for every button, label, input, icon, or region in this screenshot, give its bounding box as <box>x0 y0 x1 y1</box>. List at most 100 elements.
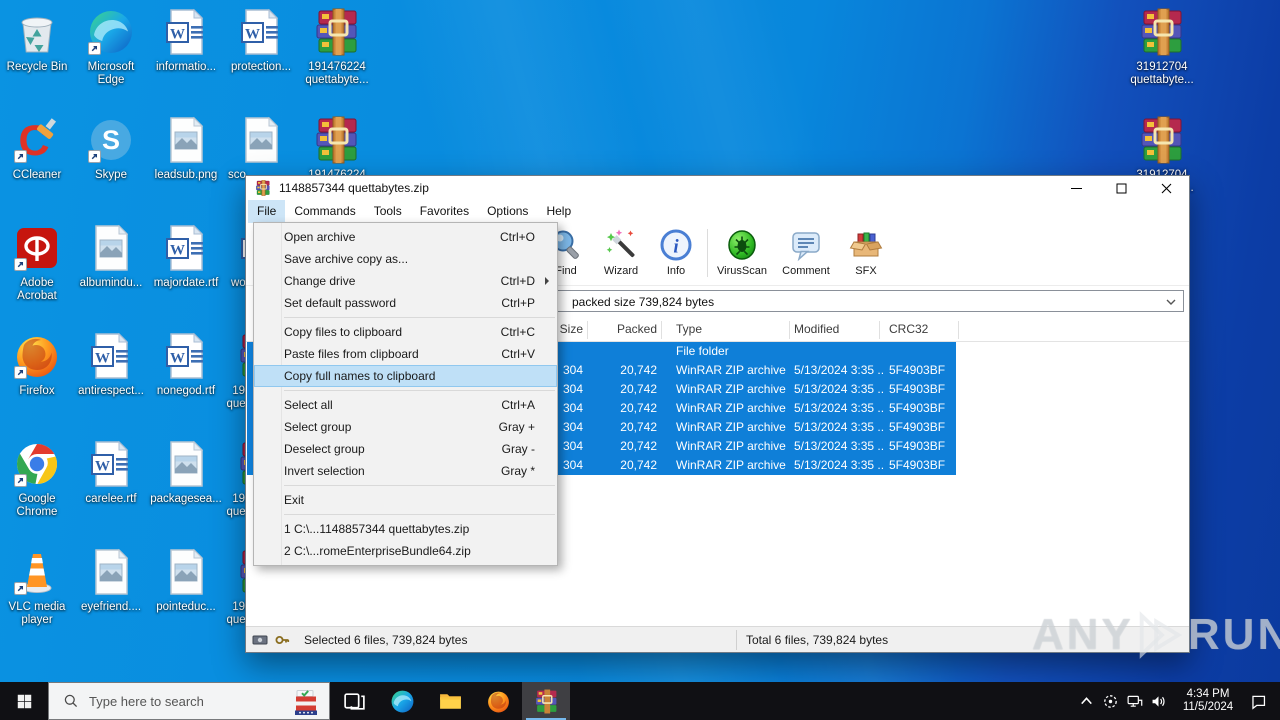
word-icon: W <box>162 8 210 56</box>
column-separator[interactable] <box>879 321 880 339</box>
desktop-icon-label: antirespect... <box>78 385 144 397</box>
cell-crc: 5F4903BF <box>889 363 946 377</box>
tray-chevron-up-icon[interactable] <box>1074 689 1098 713</box>
column-separator[interactable] <box>958 321 959 339</box>
desktop-icon[interactable]: Winformatio... <box>146 8 226 74</box>
status-bar: Selected 6 files, 739,824 bytes Total 6 … <box>246 626 1189 652</box>
taskbar-clock[interactable]: 4:34 PM 11/5/2024 <box>1176 688 1240 714</box>
desktop-icon[interactable]: leadsub.png <box>146 116 226 182</box>
menu-item[interactable]: Invert selection Gray * <box>254 460 557 482</box>
column-header-packed[interactable]: Packed <box>591 322 657 336</box>
desktop-icon[interactable]: C CCleaner <box>0 116 77 182</box>
menu-item[interactable]: Change drive Ctrl+D <box>254 270 557 292</box>
menu-commands[interactable]: Commands <box>285 200 364 223</box>
action-center-icon[interactable] <box>1246 689 1270 713</box>
desktop-icon[interactable]: Google Chrome <box>0 440 77 519</box>
menu-item[interactable]: Open archive Ctrl+O <box>254 226 557 248</box>
cell-type: WinRAR ZIP archive <box>676 382 786 396</box>
taskbar-file-explorer-icon[interactable] <box>426 682 474 720</box>
menu-item-label: Exit <box>284 493 305 507</box>
desktop-icon[interactable]: Wcarelee.rtf <box>71 440 151 506</box>
word-icon: W <box>87 332 135 380</box>
desktop-icon[interactable]: Wmajordate.rtf <box>146 224 226 290</box>
desktop-icon[interactable]: VLC media player <box>0 548 77 627</box>
menu-item[interactable]: Select group Gray + <box>254 416 557 438</box>
column-header-type[interactable]: Type <box>676 322 786 336</box>
menu-item[interactable]: 1 C:\...1148857344 quettabytes.zip <box>254 518 557 540</box>
column-separator[interactable] <box>789 321 790 339</box>
desktop-icon-label: leadsub.png <box>154 169 218 181</box>
desktop-icon[interactable]: 31912704 quettabyte... <box>1122 8 1202 87</box>
taskbar-task-view-button[interactable] <box>330 682 378 720</box>
menu-favorites[interactable]: Favorites <box>411 200 478 223</box>
menu-item-label: Copy files to clipboard <box>284 325 403 339</box>
menu-item[interactable]: Copy full names to clipboard <box>254 365 557 387</box>
menu-item[interactable]: 2 C:\...romeEnterpriseBundle64.zip <box>254 540 557 562</box>
desktop-icon[interactable]: Adobe Acrobat <box>0 224 77 303</box>
maximize-button[interactable] <box>1099 176 1144 200</box>
menu-help[interactable]: Help <box>537 200 580 223</box>
clock-time: 4:34 PM <box>1186 688 1230 700</box>
desktop-icon[interactable]: Microsoft Edge <box>71 8 151 87</box>
taskbar-search-input[interactable]: Type here to search <box>48 682 330 720</box>
toolbar-comment-button[interactable]: Comment <box>776 228 836 277</box>
desktop-icon[interactable]: eyefriend.... <box>71 548 151 614</box>
network-icon[interactable] <box>1122 689 1146 713</box>
taskbar-firefox-icon[interactable] <box>474 682 522 720</box>
menu-tools[interactable]: Tools <box>365 200 411 223</box>
minimize-button[interactable] <box>1054 176 1099 200</box>
menu-item-label: Change drive <box>284 274 356 288</box>
toolbar-info-button[interactable]: i Info <box>646 228 706 277</box>
toolbar-virusscan-button[interactable]: VirusScan <box>712 228 772 277</box>
toolbar-sfx-button[interactable]: SFX <box>836 228 896 277</box>
start-button[interactable] <box>0 682 48 720</box>
image-icon <box>237 116 285 164</box>
menu-item[interactable]: Save archive copy as... <box>254 248 557 270</box>
close-button[interactable] <box>1144 176 1189 200</box>
menu-item-label: Save archive copy as... <box>284 252 409 266</box>
desktop-icon-label: packagesea... <box>150 493 222 505</box>
desktop-icon-label: informatio... <box>155 61 217 73</box>
volume-icon[interactable] <box>1146 689 1170 713</box>
taskbar-edge-icon[interactable] <box>378 682 426 720</box>
cell-type: WinRAR ZIP archive <box>676 458 786 472</box>
desktop-icon[interactable]: Wprotection... <box>221 8 301 74</box>
menu-item[interactable]: Select all Ctrl+A <box>254 394 557 416</box>
menu-item[interactable]: Copy files to clipboard Ctrl+C <box>254 321 557 343</box>
image-icon <box>162 440 210 488</box>
cell-crc: 5F4903BF <box>889 401 946 415</box>
desktop-icon[interactable]: 191476224 quettabyte... <box>297 8 377 87</box>
menu-item[interactable]: Exit <box>254 489 557 511</box>
desktop-icon[interactable]: Wantirespect... <box>71 332 151 398</box>
shortcut-arrow-icon <box>14 258 27 271</box>
svg-text:i: i <box>673 237 679 258</box>
svg-text:W: W <box>170 243 185 259</box>
column-header-modified[interactable]: Modified <box>794 322 884 336</box>
desktop-icon[interactable]: pointeduc... <box>146 548 226 614</box>
cell-packed: 20,742 <box>620 401 657 415</box>
search-highlight-icon[interactable] <box>291 687 321 717</box>
desktop-icon[interactable]: S Skype <box>71 116 151 182</box>
desktop-icon[interactable]: sco <box>221 116 301 182</box>
virus-icon <box>725 228 759 262</box>
desktop-icon[interactable]: albumindu... <box>71 224 151 290</box>
column-separator[interactable] <box>661 321 662 339</box>
window-titlebar: 1148857344 quettabytes.zip <box>246 176 1189 200</box>
chevron-down-icon[interactable] <box>1165 296 1177 308</box>
column-separator[interactable] <box>587 321 588 339</box>
menu-item[interactable]: Deselect group Gray - <box>254 438 557 460</box>
desktop-icon[interactable]: Firefox <box>0 332 77 398</box>
menu-options[interactable]: Options <box>478 200 537 223</box>
menu-file[interactable]: File <box>248 200 286 223</box>
toolbar-wizard-button[interactable]: Wizard <box>591 228 651 277</box>
desktop-icon[interactable]: Recycle Bin <box>0 8 77 74</box>
desktop-icon[interactable]: packagesea... <box>146 440 226 506</box>
taskbar-winrar-icon[interactable] <box>522 682 570 720</box>
ccleaner-icon: C <box>13 116 61 164</box>
menu-item[interactable]: Paste files from clipboard Ctrl+V <box>254 343 557 365</box>
desktop-icon[interactable]: Wnonegod.rtf <box>146 332 226 398</box>
menu-item[interactable]: Set default password Ctrl+P <box>254 292 557 314</box>
tray-app-icon[interactable] <box>1098 689 1122 713</box>
shortcut-arrow-icon <box>88 150 101 163</box>
column-header-crc32[interactable]: CRC32 <box>889 322 955 336</box>
